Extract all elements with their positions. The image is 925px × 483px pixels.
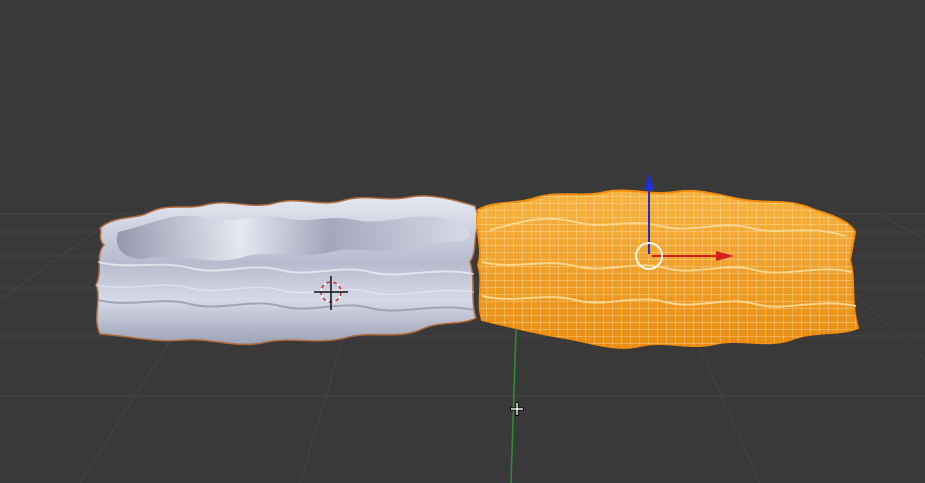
viewport-canvas[interactable] — [0, 0, 925, 483]
crosshair-cursor-icon — [510, 402, 524, 416]
z-axis-arrow-head-icon[interactable] — [644, 173, 654, 190]
wavy-disc-solid[interactable] — [95, 195, 481, 346]
wavy-disc-wireframe[interactable] — [476, 189, 860, 349]
y-axis-line — [510, 329, 517, 483]
3d-viewport[interactable] — [0, 0, 925, 483]
